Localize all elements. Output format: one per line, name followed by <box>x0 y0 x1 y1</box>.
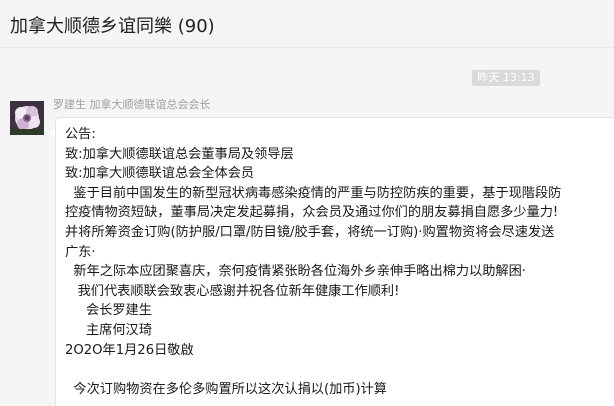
message-line: 致:加拿大顺德联谊总会董事局及领导层 <box>65 146 294 162</box>
message-line: 致:加拿大顺德联谊总会全体会员 <box>65 166 255 182</box>
sender-name[interactable]: 罗建生 加拿大顺德联谊总会会长 <box>53 96 211 112</box>
message-line: 2O2O年1月26日敬啟 <box>65 342 194 358</box>
message-line: 主席何汉琦 <box>65 322 152 338</box>
chat-header: 加拿大顺德乡谊同樂 (90) <box>0 0 614 48</box>
message-line: 新年之际本应团聚喜庆，奈何疫情紧张盼各位海外乡亲伸手略出棉力以助解困· <box>65 264 526 280</box>
message-line <box>65 360 611 380</box>
chat-title[interactable]: 加拿大顺德乡谊同樂 (90) <box>10 12 215 38</box>
message-text: 公告: 致:加拿大顺德联谊总会董事局及领导层 致:加拿大顺德联谊总会全体会员 鉴… <box>65 125 611 399</box>
message-line: 公告: <box>65 127 96 142</box>
flower-avatar-icon <box>10 101 44 135</box>
message-bubble[interactable]: 公告: 致:加拿大顺德联谊总会董事局及领导层 致:加拿大顺德联谊总会全体会员 鉴… <box>55 117 614 406</box>
message-timestamp: 昨天 13:13 <box>472 70 540 86</box>
message-line: 广东· <box>65 244 96 260</box>
message-line: 我们代表顺联会致衷心感谢并祝各位新年健康工作顺利! <box>65 283 400 299</box>
message-line: 会长罗建生 <box>65 303 152 319</box>
message-line: 控疫情物资短缺，董事局决定发起募捐，众会员及通过你们的朋友募捐自愿多少量力! <box>65 205 559 221</box>
message-line: 今次订购物资在多伦多购置所以这次认捐以(加币)计算 <box>65 381 387 397</box>
chat-window: 加拿大顺德乡谊同樂 (90) 昨天 13:13 罗建生 加拿大顺德联谊总会会长 … <box>0 0 614 406</box>
message-line: 并将所筹资金订购(防护服/口罩/防目镜/胶手套，将统一订购)·购置物资将会尽速发… <box>65 224 555 240</box>
avatar[interactable] <box>10 101 44 135</box>
message-line: 鉴于目前中国发生的新型冠状病毒感染疫情的严重与防控防疾的重要，基于现階段防 <box>65 185 562 201</box>
